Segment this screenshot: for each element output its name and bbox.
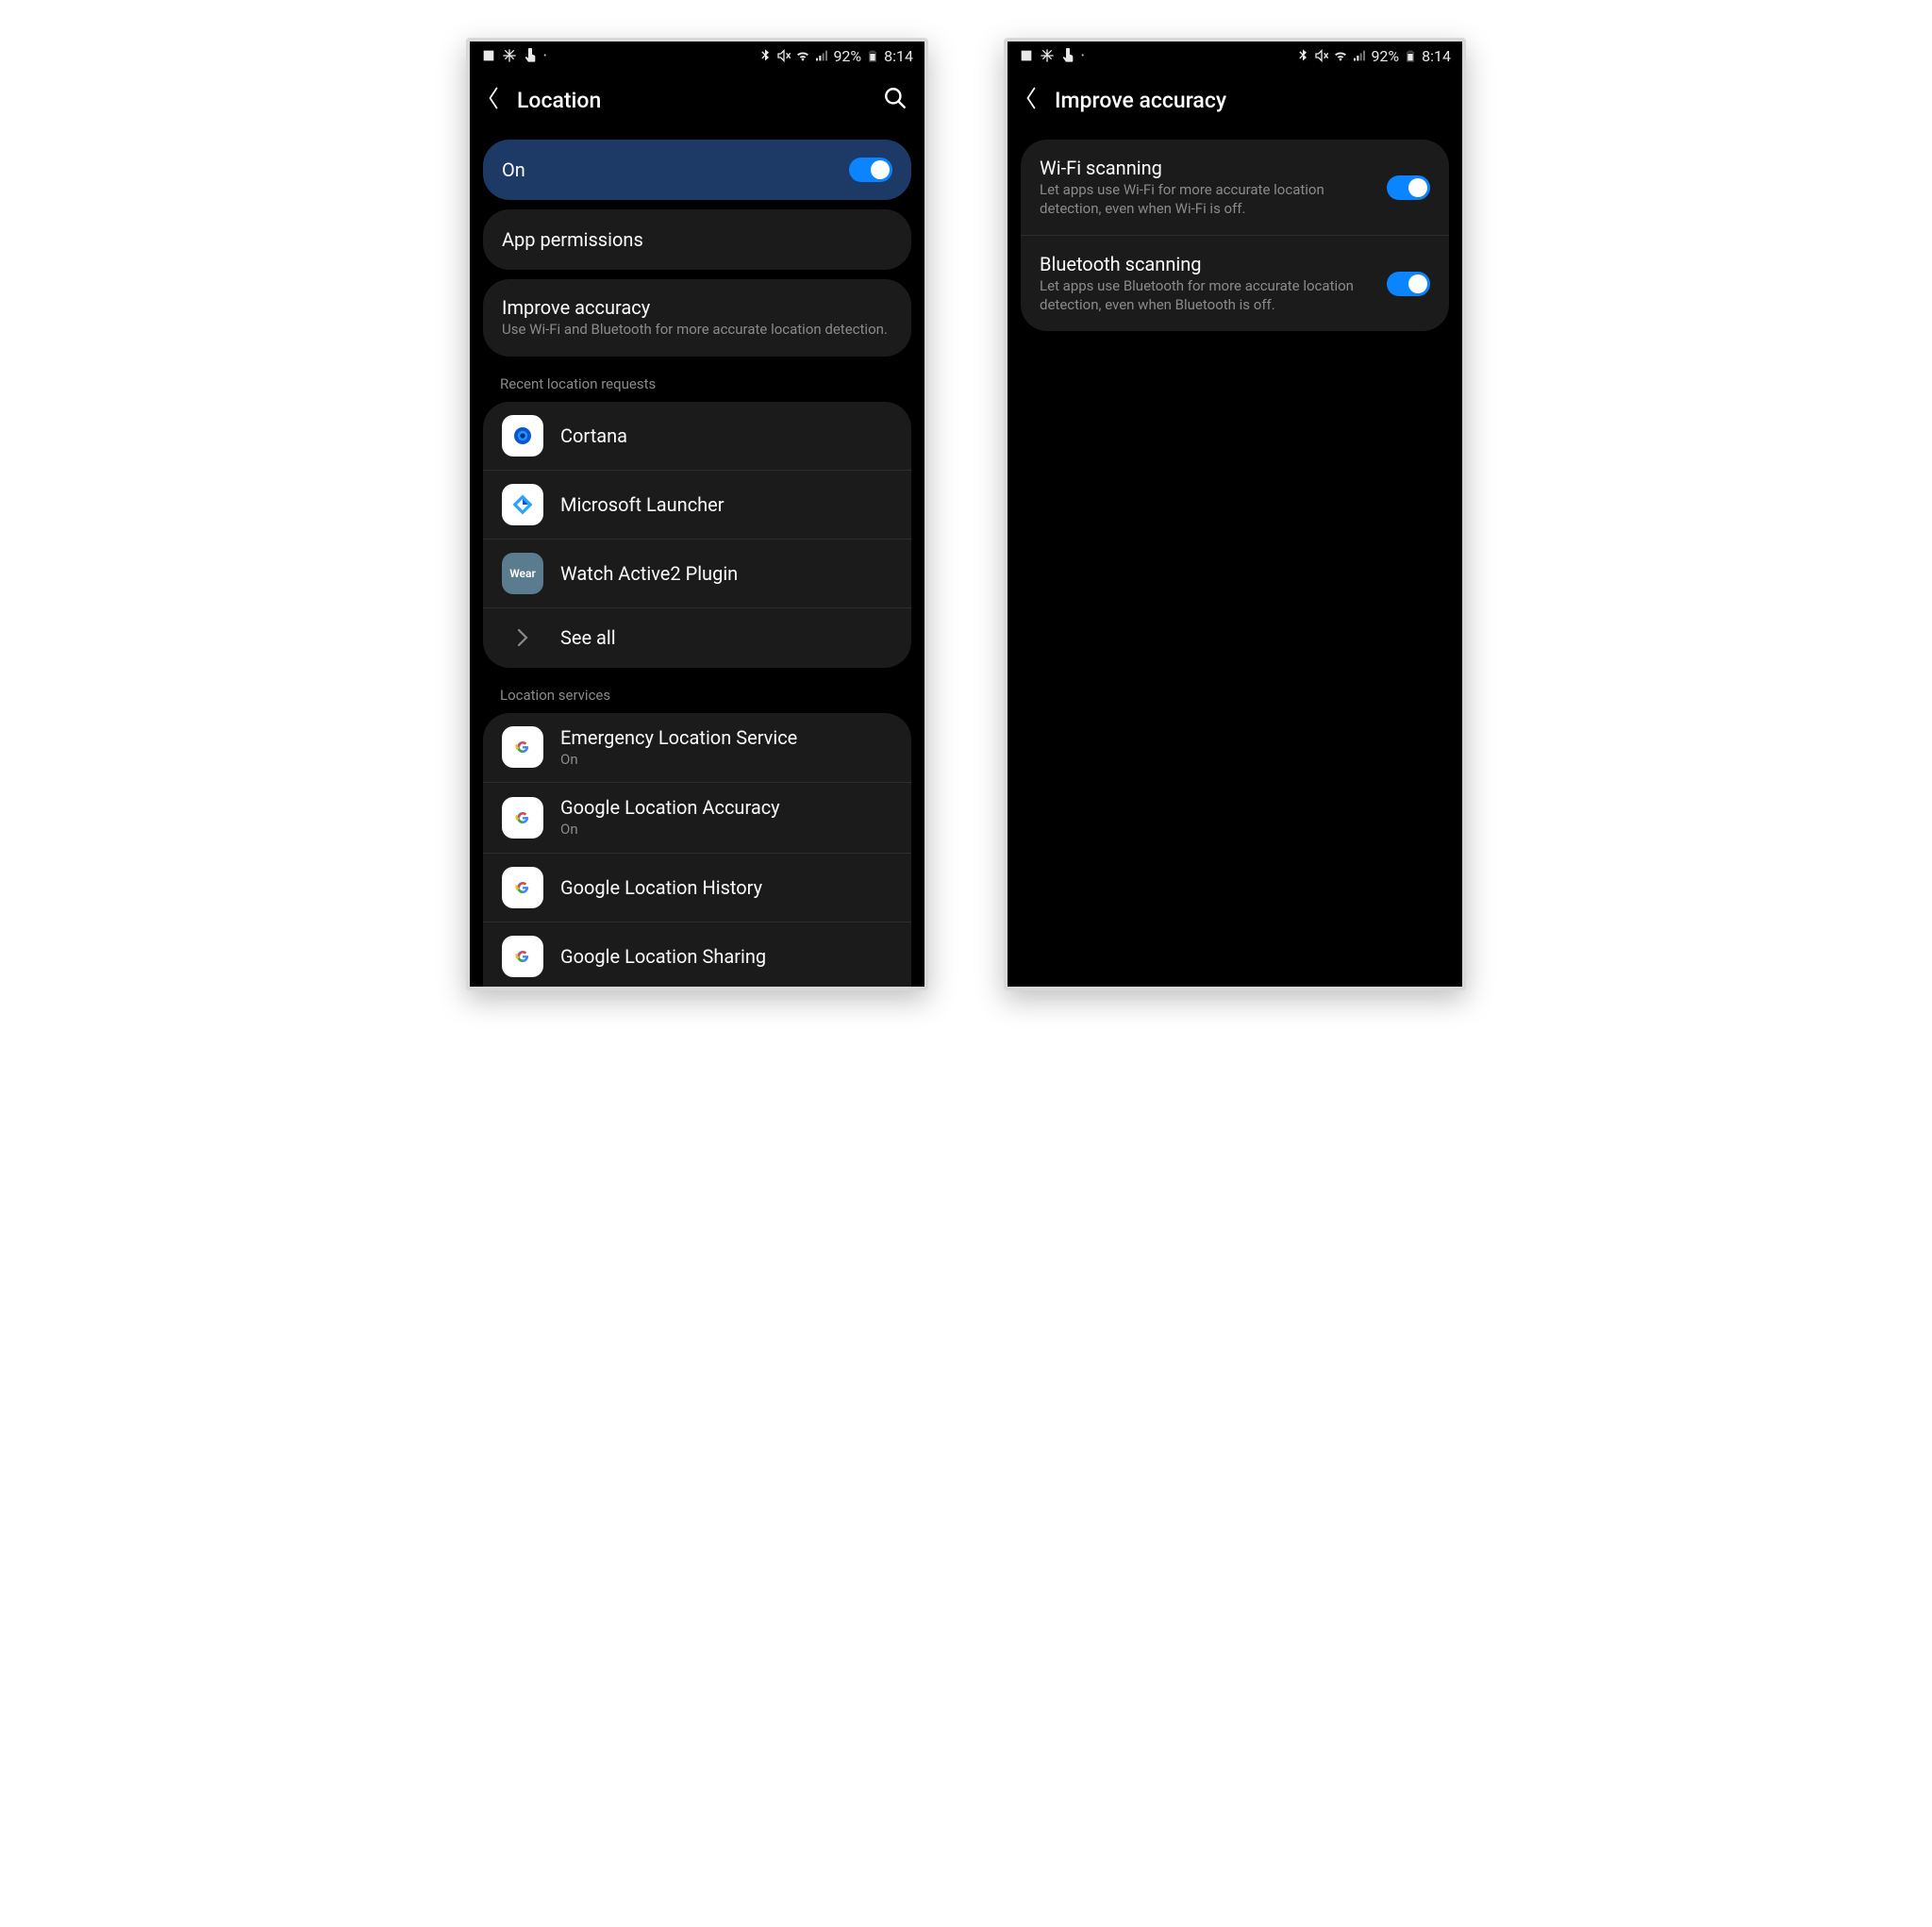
recent-card: Cortana Microsoft Launcher Wear Watch Ac… — [483, 402, 911, 668]
back-button[interactable] — [1024, 86, 1038, 114]
service-item-els[interactable]: Emergency Location Service On — [483, 713, 911, 783]
battery-icon — [865, 48, 880, 63]
status-bar: • 92% 8:14 — [1008, 42, 1462, 70]
improve-accuracy-sub: Use Wi-Fi and Bluetooth for more accurat… — [502, 321, 892, 340]
status-bar: • 92% 8:14 — [470, 42, 924, 70]
service-item-sharing[interactable]: Google Location Sharing — [483, 922, 911, 988]
see-all-row[interactable]: See all — [483, 607, 911, 668]
phone-improve-accuracy: • 92% 8:14 Improve accuracy Wi-Fi scanni… — [1004, 38, 1466, 990]
google-icon — [502, 867, 543, 908]
service-item-history[interactable]: Google Location History — [483, 853, 911, 922]
bluetooth-icon — [1295, 48, 1310, 63]
more-dot-icon: • — [543, 51, 546, 61]
improve-accuracy-card[interactable]: Improve accuracy Use Wi-Fi and Bluetooth… — [483, 279, 911, 357]
recent-item-wear[interactable]: Wear Watch Active2 Plugin — [483, 539, 911, 607]
signal-icon — [1352, 48, 1367, 63]
service-label: Google Location Accuracy — [560, 796, 892, 819]
more-dot-icon: • — [1081, 51, 1084, 61]
search-button[interactable] — [883, 86, 908, 114]
recent-item-mslauncher[interactable]: Microsoft Launcher — [483, 470, 911, 539]
touch-icon — [523, 48, 538, 63]
service-label: Google Location History — [560, 876, 892, 899]
service-sub: On — [560, 821, 892, 839]
wear-icon: Wear — [502, 553, 543, 594]
mute-icon — [776, 48, 791, 63]
wifi-scanning-label: Wi-Fi scanning — [1040, 157, 1370, 179]
mute-icon — [1314, 48, 1329, 63]
app-permissions-card[interactable]: App permissions — [483, 209, 911, 270]
wifi-scanning-toggle[interactable] — [1387, 175, 1430, 200]
back-button[interactable] — [487, 86, 500, 114]
services-header: Location services — [475, 677, 919, 704]
see-all-label: See all — [560, 626, 892, 649]
google-icon — [502, 797, 543, 839]
wifi-icon — [1333, 48, 1348, 63]
bt-scanning-toggle[interactable] — [1387, 272, 1430, 296]
bt-scanning-row[interactable]: Bluetooth scanning Let apps use Bluetoot… — [1021, 235, 1449, 331]
signal-icon — [814, 48, 829, 63]
wifi-scanning-row[interactable]: Wi-Fi scanning Let apps use Wi-Fi for mo… — [1021, 140, 1449, 235]
master-toggle[interactable] — [849, 158, 892, 182]
bt-scanning-sub: Let apps use Bluetooth for more accurate… — [1040, 277, 1370, 314]
service-sub: On — [560, 751, 892, 770]
page-title: Improve accuracy — [1055, 88, 1445, 113]
chevron-right-icon — [502, 628, 543, 647]
app-permissions-label: App permissions — [502, 228, 892, 251]
recent-label: Watch Active2 Plugin — [560, 562, 892, 585]
titlebar: Location — [470, 70, 924, 130]
touch-icon — [1060, 48, 1075, 63]
google-icon — [502, 726, 543, 768]
phone-location: • 92% 8:14 Location On — [466, 38, 928, 990]
mslauncher-icon — [502, 484, 543, 525]
service-label: Emergency Location Service — [560, 726, 892, 749]
recent-label: Cortana — [560, 424, 892, 447]
recent-label: Microsoft Launcher — [560, 493, 892, 516]
image-icon — [1019, 48, 1034, 63]
battery-pct: 92% — [1371, 47, 1399, 65]
battery-icon — [1403, 48, 1418, 63]
cortana-icon — [502, 415, 543, 457]
page-title: Location — [517, 88, 866, 113]
services-card: Emergency Location Service On Google Loc… — [483, 713, 911, 988]
improve-accuracy-label: Improve accuracy — [502, 296, 892, 319]
wifi-scanning-sub: Let apps use Wi-Fi for more accurate loc… — [1040, 181, 1370, 218]
bt-scanning-label: Bluetooth scanning — [1040, 253, 1370, 275]
battery-pct: 92% — [833, 47, 861, 65]
clock-time: 8:14 — [1422, 47, 1451, 65]
bluetooth-icon — [758, 48, 773, 63]
wifi-icon — [795, 48, 810, 63]
service-label: Google Location Sharing — [560, 945, 892, 968]
titlebar: Improve accuracy — [1008, 70, 1462, 130]
image-icon — [481, 48, 496, 63]
clock-time: 8:14 — [884, 47, 913, 65]
scanning-card: Wi-Fi scanning Let apps use Wi-Fi for mo… — [1021, 140, 1449, 331]
snowflake-icon — [502, 48, 517, 63]
snowflake-icon — [1040, 48, 1055, 63]
master-toggle-label: On — [502, 158, 832, 181]
recent-header: Recent location requests — [475, 366, 919, 392]
recent-item-cortana[interactable]: Cortana — [483, 402, 911, 470]
google-icon — [502, 936, 543, 977]
service-item-accuracy[interactable]: Google Location Accuracy On — [483, 782, 911, 853]
master-toggle-card[interactable]: On — [483, 140, 911, 200]
